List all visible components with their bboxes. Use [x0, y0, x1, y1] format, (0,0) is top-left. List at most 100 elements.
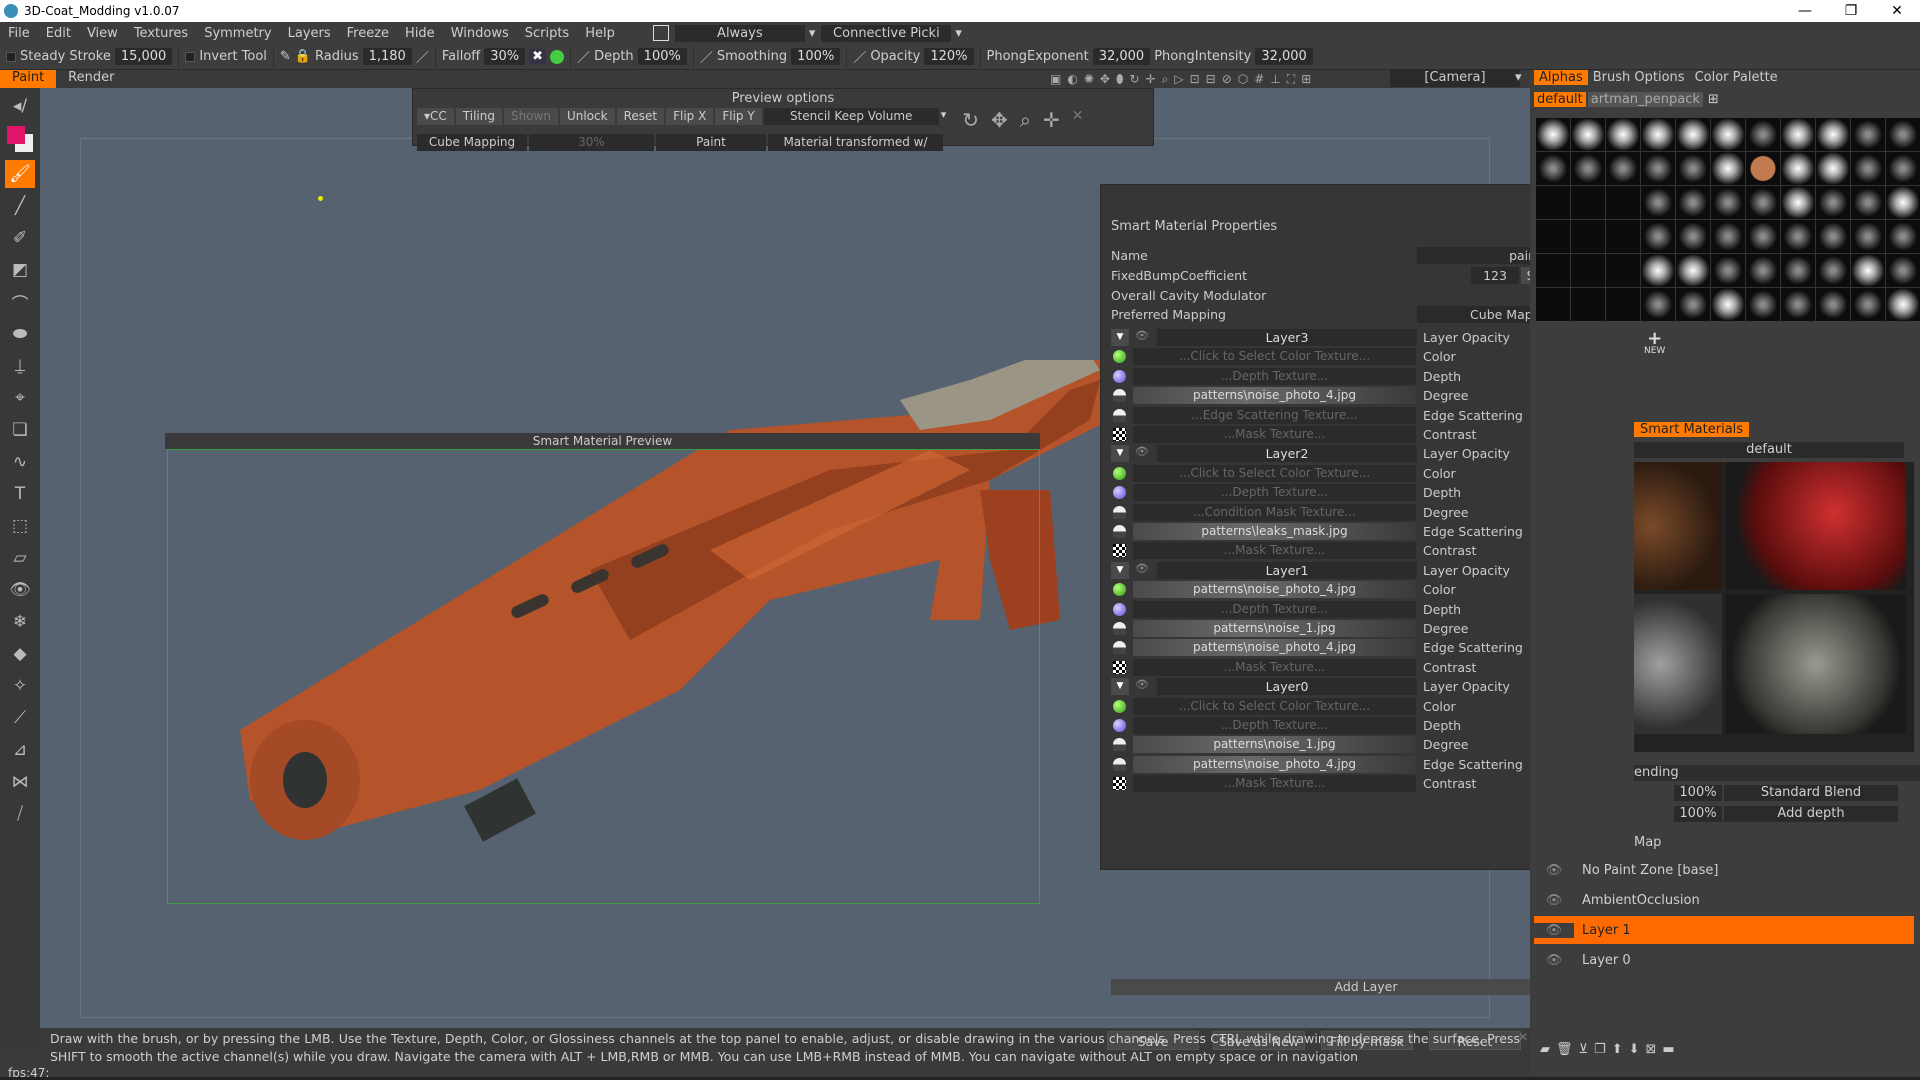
bump-value[interactable]: 123: [1471, 267, 1519, 284]
folder-icon[interactable]: ▬: [1662, 1042, 1674, 1057]
alpha-thumbnail[interactable]: [1851, 186, 1885, 219]
material-dropdown[interactable]: Material transformed w/: [768, 134, 943, 151]
alpha-thumbnail[interactable]: [1746, 152, 1780, 185]
bump-label[interactable]: FixedBumpCoefficient: [1111, 267, 1247, 284]
channel-icon[interactable]: [1113, 699, 1126, 713]
grid-icon[interactable]: #: [1254, 72, 1264, 86]
alpha-thumbnail[interactable]: [1851, 118, 1885, 151]
move-up-icon[interactable]: ⬆: [1612, 1042, 1623, 1057]
texture-slot[interactable]: ...Click to Select Color Texture...: [1133, 697, 1416, 715]
select-tool-icon[interactable]: ⌖: [5, 384, 35, 412]
layer-opacity-label[interactable]: Layer Opacity: [1423, 678, 1510, 695]
maximize-button[interactable]: ❐: [1828, 3, 1874, 19]
alpha-thumbnail[interactable]: [1746, 186, 1780, 219]
alpha-thumbnail[interactable]: [1676, 254, 1710, 287]
gradient-tool-icon[interactable]: ◆: [5, 640, 35, 668]
alpha-thumbnail[interactable]: [1606, 288, 1640, 321]
layer-name[interactable]: Layer0: [1157, 678, 1417, 696]
delete-layer-icon[interactable]: 🗑: [1556, 1042, 1573, 1057]
alpha-thumbnail[interactable]: [1816, 220, 1850, 253]
alpha-thumbnail[interactable]: [1571, 254, 1605, 287]
texture-slot[interactable]: patterns\noise_photo_4.jpg: [1133, 639, 1416, 657]
alpha-thumbnail[interactable]: [1536, 152, 1570, 185]
rotate-icon[interactable]: ↻: [962, 108, 979, 132]
tiling-button[interactable]: Tiling: [455, 108, 502, 125]
new-alpha-button[interactable]: + NEW: [1644, 330, 1665, 357]
channel-label[interactable]: Depth: [1423, 601, 1461, 618]
pan-icon[interactable]: ✛: [1146, 72, 1156, 86]
texture-slot[interactable]: ...Click to Select Color Texture...: [1133, 464, 1416, 482]
phong-exponent-value[interactable]: 32,000: [1092, 48, 1151, 65]
alpha-thumbnail[interactable]: [1536, 118, 1570, 151]
channel-label[interactable]: Contrast: [1423, 775, 1476, 792]
clone-tool-icon[interactable]: ⊿: [5, 736, 35, 764]
channel-icon[interactable]: [1113, 428, 1126, 441]
texture-slot[interactable]: ...Mask Texture...: [1133, 542, 1416, 560]
channel-label[interactable]: Degree: [1423, 504, 1469, 521]
alpha-thumbnail[interactable]: [1536, 186, 1570, 219]
channel-icon[interactable]: [1113, 505, 1126, 519]
steady-stroke-value[interactable]: 15,000: [114, 48, 173, 65]
clear-icon[interactable]: ⊠: [1646, 1042, 1657, 1057]
alpha-thumbnail[interactable]: [1886, 220, 1920, 253]
alpha-thumbnail[interactable]: [1851, 288, 1885, 321]
texture-slot[interactable]: patterns\noise_photo_4.jpg: [1133, 581, 1416, 599]
collapse-toggle[interactable]: ▼: [1111, 329, 1129, 346]
lock-icon[interactable]: 🔒: [295, 49, 311, 64]
text-tool-icon[interactable]: T: [5, 480, 35, 508]
close-status-icon[interactable]: ✕: [1518, 1030, 1528, 1044]
menu-symmetry[interactable]: Symmetry: [196, 26, 279, 41]
menu-layers[interactable]: Layers: [280, 26, 339, 41]
channel-icon[interactable]: [1113, 350, 1126, 364]
material-thumb[interactable]: [1634, 462, 1722, 590]
alpha-thumbnail[interactable]: [1851, 152, 1885, 185]
alpha-thumbnail[interactable]: [1571, 186, 1605, 219]
percent-dropdown[interactable]: 30%: [529, 134, 654, 151]
collapse-toggle[interactable]: ▼: [1111, 561, 1129, 579]
alpha-thumbnail[interactable]: [1886, 288, 1920, 321]
alpha-thumbnail[interactable]: [1676, 186, 1710, 219]
channel-label[interactable]: Degree: [1423, 620, 1469, 637]
play-icon[interactable]: ▷: [1174, 72, 1183, 86]
sphere-icon[interactable]: ◐: [1067, 72, 1077, 86]
alpha-thumbnail[interactable]: [1606, 220, 1640, 253]
layer-item-selected[interactable]: 👁 Layer 1: [1534, 916, 1914, 944]
frame-tool-icon[interactable]: ⬚: [5, 512, 35, 540]
channel-icon[interactable]: [1113, 622, 1126, 635]
channel-label[interactable]: Contrast: [1423, 426, 1476, 443]
texture-slot[interactable]: ...Mask Texture...: [1133, 658, 1416, 676]
alpha-thumbnail[interactable]: [1851, 220, 1885, 253]
curve-tool-icon[interactable]: ∿: [5, 448, 35, 476]
close-button[interactable]: ✕: [1874, 3, 1920, 19]
eye-tool-icon[interactable]: 👁: [5, 576, 35, 604]
smoothing-value[interactable]: 100%: [791, 48, 841, 65]
channel-icon[interactable]: [1113, 660, 1126, 674]
channel-icon[interactable]: [1113, 525, 1126, 538]
tab-alphas[interactable]: Alphas: [1534, 70, 1588, 85]
depth-value[interactable]: 100%: [637, 48, 687, 65]
alpha-thumbnail[interactable]: [1781, 118, 1815, 151]
texture-slot[interactable]: ...Condition Mask Texture...: [1133, 503, 1416, 521]
always-dropdown[interactable]: Always: [674, 24, 805, 42]
pen-icon[interactable]: ⊟: [1206, 72, 1216, 86]
alpha-thumbnail[interactable]: [1781, 220, 1815, 253]
channel-icon[interactable]: [1113, 583, 1126, 597]
channel-icon[interactable]: [1113, 466, 1126, 480]
zoom-icon[interactable]: ⌕: [1162, 72, 1169, 87]
shown-button[interactable]: Shown: [503, 108, 558, 125]
texture-slot[interactable]: patterns\leaks_mask.jpg: [1133, 523, 1416, 540]
alpha-thumbnail[interactable]: [1746, 288, 1780, 321]
pen-icon[interactable]: ／: [577, 47, 590, 66]
alpha-thumbnail[interactable]: [1711, 288, 1745, 321]
merge-down-icon[interactable]: ⊻: [1579, 1042, 1589, 1057]
channel-icon[interactable]: [1113, 738, 1126, 752]
cc-button[interactable]: ▾CC: [417, 108, 454, 125]
layer-item[interactable]: 👁 AmbientOcclusion: [1534, 886, 1914, 914]
menu-textures[interactable]: Textures: [126, 26, 196, 41]
phong-intensity-value[interactable]: 32,000: [1255, 48, 1313, 65]
alpha-thumbnail[interactable]: [1711, 254, 1745, 287]
alpha-thumbnail[interactable]: [1816, 186, 1850, 219]
opacity-value[interactable]: 120%: [924, 48, 974, 65]
texture-slot[interactable]: ...Mask Texture...: [1133, 775, 1416, 793]
rotate-icon[interactable]: ↻: [1130, 72, 1140, 86]
